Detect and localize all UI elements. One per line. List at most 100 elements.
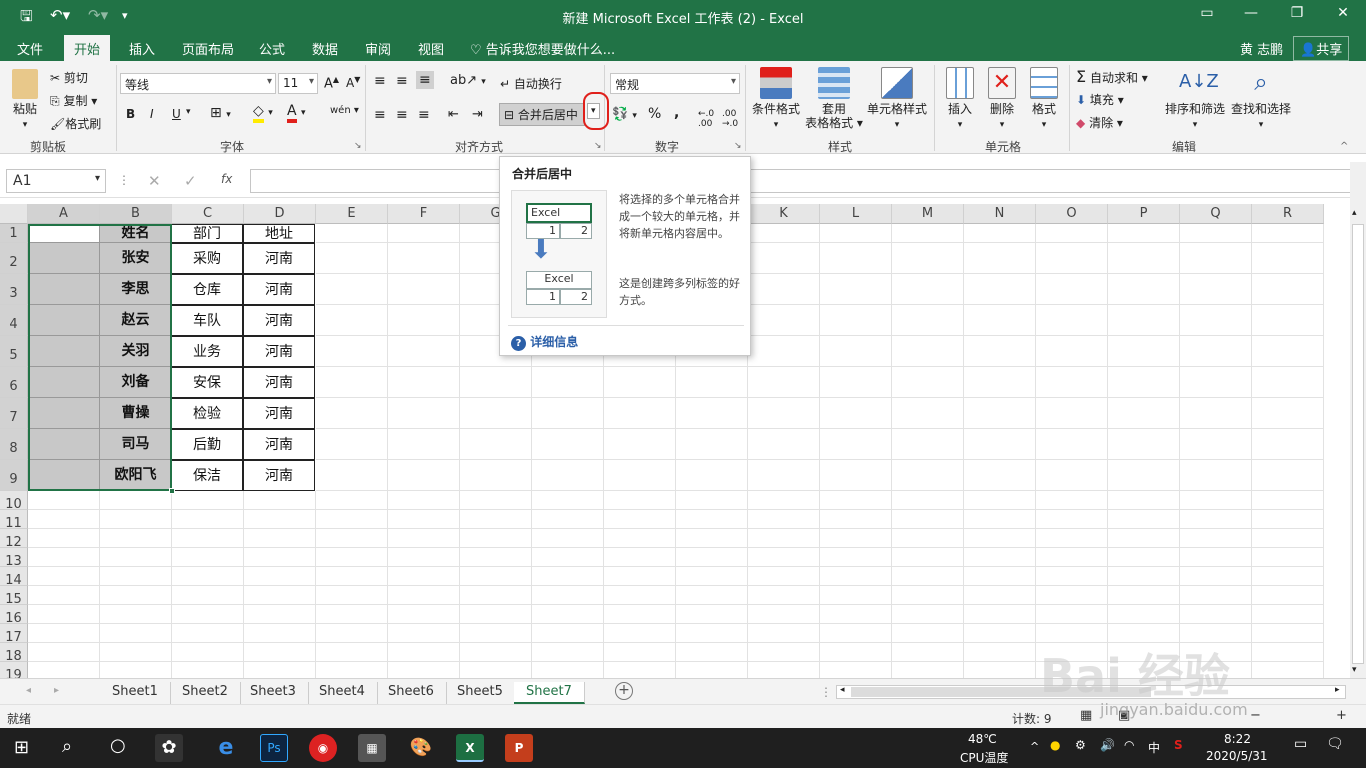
empty-cell[interactable] — [388, 529, 460, 548]
find-select-button[interactable]: ⌕ 查找和选择 ▾ — [1230, 67, 1292, 132]
grow-font-icon[interactable]: A▲ — [324, 75, 339, 91]
increase-decimal-icon[interactable]: ←.0.00 — [698, 109, 714, 129]
empty-cell[interactable] — [1108, 605, 1180, 624]
column-header[interactable]: A — [28, 204, 100, 224]
empty-cell[interactable] — [388, 510, 460, 529]
empty-cell[interactable] — [244, 529, 316, 548]
font-color-icon[interactable]: A ▾ — [287, 103, 306, 123]
empty-cell[interactable] — [1180, 586, 1252, 605]
empty-cell[interactable] — [316, 586, 388, 605]
empty-cell[interactable] — [748, 224, 820, 243]
empty-cell[interactable] — [532, 460, 604, 491]
empty-cell[interactable] — [244, 624, 316, 643]
empty-cell[interactable] — [1252, 224, 1324, 243]
empty-cell[interactable] — [1252, 586, 1324, 605]
empty-cell[interactable] — [676, 567, 748, 586]
empty-cell[interactable] — [892, 274, 964, 305]
data-cell[interactable]: 河南 — [243, 460, 315, 491]
wifi-icon[interactable]: ◠ — [1124, 738, 1134, 752]
empty-cell[interactable] — [820, 548, 892, 567]
empty-cell[interactable] — [964, 367, 1036, 398]
empty-cell[interactable] — [1180, 605, 1252, 624]
empty-cell[interactable] — [748, 605, 820, 624]
sogou-icon[interactable]: S — [1174, 738, 1183, 752]
currency-icon[interactable]: 💱 ▾ — [612, 107, 637, 122]
empty-cell[interactable] — [1252, 605, 1324, 624]
empty-cell[interactable] — [316, 336, 388, 367]
data-cell[interactable]: 河南 — [243, 398, 315, 429]
empty-cell[interactable] — [100, 567, 172, 586]
empty-cell[interactable] — [604, 529, 676, 548]
conditional-format-button[interactable]: 条件格式 ▾ — [750, 67, 802, 132]
empty-cell[interactable] — [820, 510, 892, 529]
empty-cell[interactable] — [820, 491, 892, 510]
empty-cell[interactable] — [1036, 336, 1108, 367]
empty-cell[interactable] — [100, 586, 172, 605]
empty-cell[interactable] — [892, 510, 964, 529]
tab-data[interactable]: 数据 — [312, 39, 338, 58]
empty-cell[interactable] — [316, 429, 388, 460]
empty-cell[interactable] — [676, 662, 748, 678]
empty-cell[interactable] — [604, 567, 676, 586]
align-top-icon[interactable]: ≡ — [374, 73, 386, 89]
empty-cell[interactable] — [244, 643, 316, 662]
empty-cell[interactable] — [1036, 510, 1108, 529]
empty-cell[interactable] — [1180, 305, 1252, 336]
empty-cell[interactable] — [820, 605, 892, 624]
empty-cell[interactable] — [748, 491, 820, 510]
empty-cell[interactable] — [820, 398, 892, 429]
empty-cell[interactable] — [1180, 567, 1252, 586]
alignment-launcher-icon[interactable]: ↘ — [594, 141, 602, 151]
empty-cell[interactable] — [1252, 529, 1324, 548]
empty-cell[interactable] — [1108, 336, 1180, 367]
empty-cell[interactable] — [1036, 491, 1108, 510]
data-cell[interactable]: 李思 — [100, 274, 172, 305]
empty-cell[interactable] — [1252, 274, 1324, 305]
sheet-tab[interactable]: Sheet2 — [170, 682, 241, 704]
align-bottom-icon[interactable]: ≡ — [416, 71, 434, 89]
tray-expand-icon[interactable]: ^ — [1030, 740, 1039, 753]
empty-cell[interactable] — [1108, 529, 1180, 548]
empty-cell[interactable] — [1108, 224, 1180, 243]
cell-a[interactable] — [28, 336, 100, 367]
empty-cell[interactable] — [532, 548, 604, 567]
empty-cell[interactable] — [748, 643, 820, 662]
comma-button[interactable]: , — [674, 105, 679, 121]
empty-cell[interactable] — [892, 605, 964, 624]
empty-cell[interactable] — [28, 586, 100, 605]
empty-cell[interactable] — [28, 643, 100, 662]
empty-cell[interactable] — [1252, 460, 1324, 491]
empty-cell[interactable] — [1180, 367, 1252, 398]
empty-cell[interactable] — [1180, 548, 1252, 567]
empty-cell[interactable] — [460, 367, 532, 398]
empty-cell[interactable] — [892, 586, 964, 605]
empty-cell[interactable] — [748, 548, 820, 567]
empty-cell[interactable] — [28, 662, 100, 678]
empty-cell[interactable] — [1036, 460, 1108, 491]
data-cell[interactable]: 河南 — [243, 243, 315, 274]
column-header[interactable]: M — [892, 204, 964, 224]
clear-button[interactable]: ◆ 清除 ▾ — [1076, 114, 1123, 131]
paint-app-icon[interactable]: 🎨 — [407, 734, 435, 762]
empty-cell[interactable] — [748, 243, 820, 274]
empty-cell[interactable] — [244, 567, 316, 586]
search-icon[interactable]: ⌕ — [62, 736, 72, 757]
empty-cell[interactable] — [388, 491, 460, 510]
cell-a[interactable] — [28, 429, 100, 460]
empty-cell[interactable] — [676, 429, 748, 460]
header-cell[interactable]: 姓名 — [100, 224, 172, 243]
copy-button[interactable]: ⎘ 复制 ▾ — [50, 92, 97, 109]
empty-cell[interactable] — [316, 367, 388, 398]
empty-cell[interactable] — [892, 662, 964, 678]
empty-cell[interactable] — [388, 624, 460, 643]
empty-cell[interactable] — [1252, 243, 1324, 274]
empty-cell[interactable] — [388, 643, 460, 662]
empty-cell[interactable] — [604, 460, 676, 491]
row-header[interactable]: 11 — [0, 510, 28, 531]
empty-cell[interactable] — [28, 529, 100, 548]
select-all-corner[interactable] — [0, 204, 28, 224]
empty-cell[interactable] — [964, 605, 1036, 624]
empty-cell[interactable] — [28, 605, 100, 624]
empty-cell[interactable] — [460, 529, 532, 548]
empty-cell[interactable] — [388, 548, 460, 567]
